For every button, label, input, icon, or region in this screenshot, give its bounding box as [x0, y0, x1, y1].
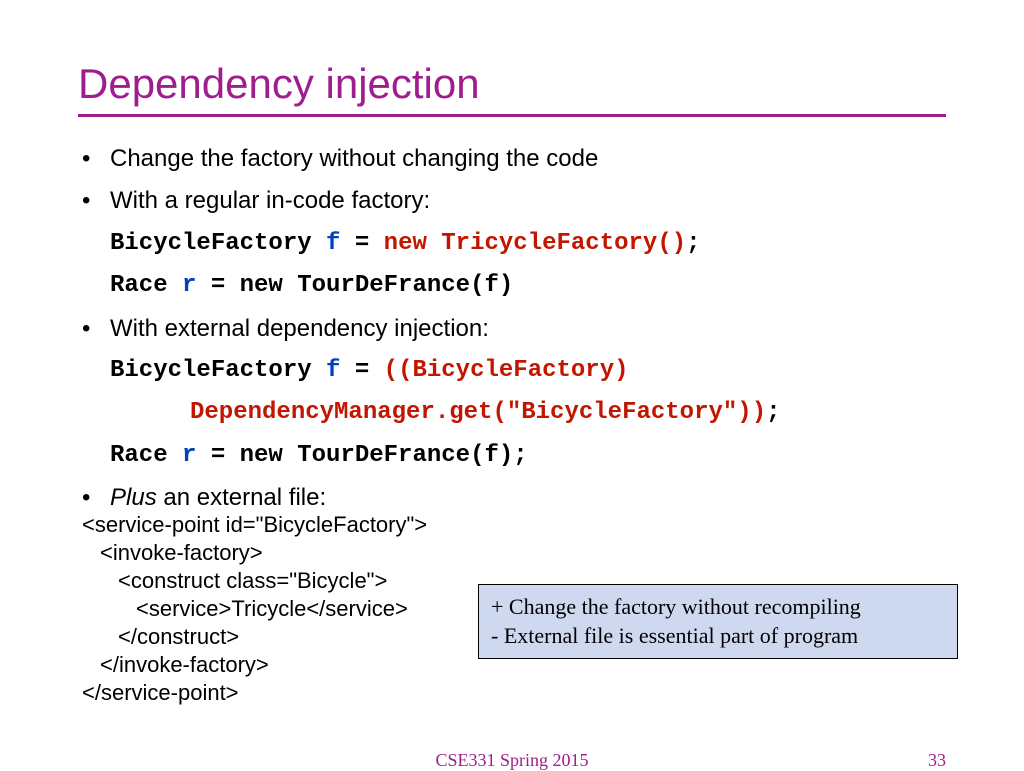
callout-box: + Change the factory without recompiling…: [478, 584, 958, 659]
code-text: ;: [686, 230, 700, 257]
bullet-text: an external file:: [157, 484, 326, 511]
bullet-text: Plus: [110, 484, 157, 511]
code-line: Race r = new TourDeFrance(f);: [78, 440, 946, 472]
code-text: BicycleFactory: [110, 357, 326, 384]
code-text: = new TourDeFrance(f);: [196, 442, 527, 469]
code-text: ;: [766, 399, 780, 426]
code-line: Race r = new TourDeFrance(f): [78, 270, 946, 302]
code-text: f: [326, 357, 340, 384]
code-line: BicycleFactory f = ((BicycleFactory): [78, 355, 946, 387]
code-text: r: [182, 442, 196, 469]
xml-line: <service-point id="BicycleFactory">: [82, 511, 946, 539]
title-divider: [78, 114, 946, 117]
code-text: ((BicycleFactory): [384, 357, 629, 384]
content-list: Change the factory without changing the …: [78, 143, 946, 218]
code-text: r: [182, 272, 196, 299]
code-text: Race: [110, 272, 182, 299]
bullet-item: Change the factory without changing the …: [78, 143, 946, 175]
callout-line: + Change the factory without recompiling: [491, 593, 945, 622]
bullet-item: With a regular in-code factory:: [78, 185, 946, 217]
xml-line: </service-point>: [82, 679, 946, 707]
code-text: Race: [110, 442, 182, 469]
xml-line: <invoke-factory>: [82, 539, 946, 567]
code-text: f: [326, 230, 340, 257]
callout-line: - External file is essential part of pro…: [491, 622, 945, 651]
code-line: DependencyManager.get("BicycleFactory"))…: [78, 397, 946, 429]
code-text: =: [340, 230, 383, 257]
code-text: = new TourDeFrance(f): [196, 272, 513, 299]
code-text: DependencyManager.get("BicycleFactory")): [190, 399, 766, 426]
bullet-item: With external dependency injection:: [78, 313, 946, 345]
code-line: BicycleFactory f = new TricycleFactory()…: [78, 228, 946, 260]
code-text: new TricycleFactory(): [384, 230, 686, 257]
content-list: With external dependency injection:: [78, 313, 946, 345]
code-text: BicycleFactory: [110, 230, 326, 257]
slide-title: Dependency injection: [78, 60, 946, 108]
code-text: =: [340, 357, 383, 384]
